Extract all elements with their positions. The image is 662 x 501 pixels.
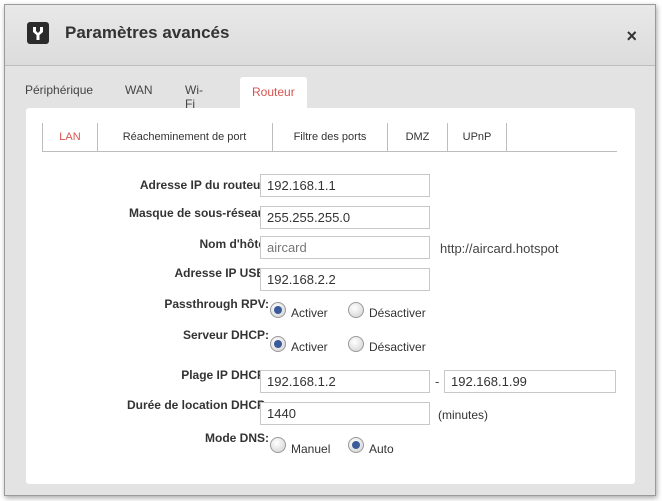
vpn-disable-label: Désactiver [369, 306, 426, 320]
router-ip-label: Adresse IP du routeur: [139, 178, 269, 192]
dns-manual-radio[interactable] [270, 437, 286, 453]
subtab-upnp[interactable]: UPnP [448, 123, 507, 151]
usb-ip-label: Adresse IP USB: [174, 266, 269, 280]
subtab-lan[interactable]: LAN [42, 123, 98, 151]
hostname-url: http://aircard.hotspot [440, 241, 559, 256]
dhcp-range-end-input[interactable] [444, 370, 616, 393]
vpn-enable-radio[interactable] [270, 302, 286, 318]
dhcp-enable-radio[interactable] [270, 336, 286, 352]
dhcp-disable-label: Désactiver [369, 340, 426, 354]
usb-ip-input[interactable] [260, 268, 430, 291]
dialog-title: Paramètres avancés [65, 23, 230, 42]
tab-routeur[interactable]: Routeur [240, 77, 307, 109]
dhcp-range-separator: - [435, 374, 440, 389]
close-icon[interactable]: × [626, 26, 637, 47]
dhcp-server-label: Serveur DHCP: [182, 328, 269, 342]
subtab-port-filter[interactable]: Filtre des ports [273, 123, 388, 151]
subnet-mask-input[interactable] [260, 206, 430, 229]
vpn-passthrough-label: Passthrough RPV: [164, 297, 269, 311]
dhcp-disable-radio[interactable] [348, 336, 364, 352]
subtab-port-forwarding[interactable]: Réacheminement de port [97, 123, 273, 151]
dhcp-enable-label: Activer [291, 340, 328, 354]
router-subtabs: LAN Réacheminement de port Filtre des po… [42, 123, 617, 152]
lease-time-label: Durée de location DHCP: [126, 398, 269, 412]
subtab-dmz[interactable]: DMZ [388, 123, 448, 151]
dhcp-range-start-input[interactable] [260, 370, 430, 393]
tab-peripherique[interactable]: Périphérique [25, 83, 93, 97]
router-panel: LAN Réacheminement de port Filtre des po… [26, 108, 635, 484]
router-ip-input[interactable] [260, 174, 430, 197]
tools-logo-icon [27, 22, 49, 44]
dns-auto-radio[interactable] [348, 437, 364, 453]
lease-time-unit: (minutes) [438, 408, 489, 422]
vpn-disable-radio[interactable] [348, 302, 364, 318]
hostname-label: Nom d'hôte: [199, 237, 269, 251]
tab-wan[interactable]: WAN [125, 83, 153, 97]
dns-mode-label: Mode DNS: [205, 431, 269, 445]
dns-manual-label: Manuel [291, 442, 331, 456]
dhcp-range-label: Plage IP DHCP: [181, 368, 269, 382]
dialog-titlebar: Paramètres avancés × [5, 5, 655, 66]
lease-time-input[interactable] [260, 402, 430, 425]
tab-wifi[interactable]: Wi-Fi [185, 83, 203, 111]
hostname-input[interactable] [260, 236, 430, 259]
dns-auto-label: Auto [369, 442, 394, 456]
advanced-settings-dialog: Paramètres avancés × Périphérique WAN Wi… [4, 4, 656, 496]
subnet-mask-label: Masque de sous-réseau: [128, 206, 269, 220]
vpn-enable-label: Activer [291, 306, 328, 320]
